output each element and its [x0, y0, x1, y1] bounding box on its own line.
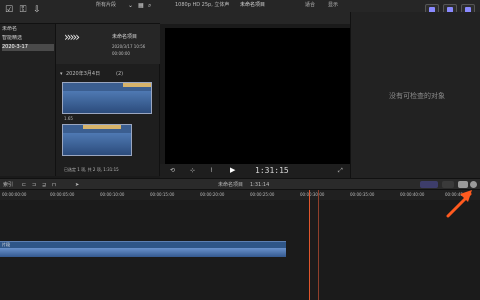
filter-chevron-icon[interactable]: ⌄ [128, 2, 133, 9]
zoom-slider[interactable] [442, 181, 454, 188]
display-select[interactable]: 显示 [328, 2, 338, 8]
library-item-smart-collections[interactable]: 智能精选 [2, 35, 54, 42]
browser-footer: 已选定 1 项, 共 2 项, 1:31:15 [64, 167, 119, 172]
index-button[interactable]: 索引 [3, 182, 13, 188]
ruler-mark: 00:00:30:00 [300, 192, 325, 197]
project-card[interactable]: ››››› 未命名项目 2020/3/17 10:56 00:00:00 [56, 24, 160, 64]
project-title: 未命名项目 [112, 34, 138, 40]
ruler-mark: 00:00:40:00 [400, 192, 425, 197]
ruler-mark: 00:00:20:00 [200, 192, 225, 197]
library-item-untitled[interactable]: 未命名 [2, 26, 54, 33]
clip-thumbnail[interactable] [62, 124, 132, 156]
select-tool-icon[interactable]: ➤ [75, 182, 79, 188]
timeline-ruler[interactable]: 00:00:00:00 00:00:05:00 00:00:10:00 00:0… [0, 190, 480, 200]
clip-label: 1.65 [64, 116, 73, 121]
zoom-select[interactable]: 适合 [305, 2, 315, 8]
clip-browser: ››››› 未命名项目 2020/3/17 10:56 00:00:00 ▾ 2… [56, 24, 160, 176]
settings-icon[interactable] [470, 181, 477, 188]
transform-icon[interactable]: ⟲ [170, 168, 175, 174]
ruler-mark: 00:00:15:00 [150, 192, 175, 197]
list-view-icon[interactable]: ▦ [138, 2, 144, 9]
viewer-canvas[interactable] [165, 28, 350, 164]
ruler-mark: 00:00:35:00 [350, 192, 375, 197]
audio-skimming-toggle[interactable] [420, 181, 438, 188]
key-icon[interactable]: ⚿ [18, 5, 28, 15]
clip-appearance-icon[interactable] [458, 181, 468, 188]
date-group-label: 2020年3月4日 [66, 71, 101, 77]
project-icon: ››››› [64, 30, 80, 44]
ruler-mark: 00:00:00:00 [2, 192, 27, 197]
clip-selection-bar [83, 125, 121, 129]
fullscreen-icon[interactable]: ⤢ [338, 168, 343, 174]
timeline-clip-waveform [0, 248, 286, 257]
timeline-duration: 1:31:14 [250, 182, 270, 188]
project-duration: 00:00:00 [112, 51, 130, 56]
overwrite-clip-icon[interactable]: ⊓ [52, 182, 56, 188]
ruler-mark: 00:00:25:00 [250, 192, 275, 197]
append-clip-icon[interactable]: ⊒ [42, 182, 46, 188]
viewer-format: 1080p HD 25p, 立体声 [175, 2, 230, 8]
date-group-count: (2) [116, 71, 124, 77]
search-icon[interactable]: ⌕ [148, 2, 151, 10]
annotation-arrow-icon [446, 190, 472, 218]
checkbox-icon[interactable]: ☑ [4, 5, 14, 15]
ruler-mark: 00:00:10:00 [100, 192, 125, 197]
library-sidebar: 未命名 智能精选 2020-3-17 [0, 24, 56, 176]
import-icon[interactable]: ⇩ [32, 5, 42, 15]
inspector-panel: 没有可检查的对象 [350, 12, 480, 178]
browser-filter[interactable]: 所有片段 [96, 2, 116, 8]
clip-waveform [63, 91, 151, 113]
timecode-display: 1:31:15 [255, 166, 289, 175]
viewer-title: 未命名项目 [240, 2, 266, 8]
timeline-clip[interactable]: 片段 [0, 241, 286, 257]
project-date: 2020/3/17 10:56 [112, 44, 146, 49]
connect-clip-icon[interactable]: ⊏ [22, 182, 26, 188]
clip-thumbnail[interactable] [62, 82, 152, 114]
viewer-header [160, 12, 350, 24]
ruler-mark: 00:00:05:00 [50, 192, 75, 197]
date-group-toggle-icon[interactable]: ▾ [60, 71, 63, 77]
timeline-title: 未命名项目 [218, 182, 244, 188]
library-item-event[interactable]: 2020-3-17 [2, 44, 54, 51]
play-button[interactable]: ▶ [230, 167, 235, 174]
timeline-toolbar: 索引 ⊏ ⊐ ⊒ ⊓ ➤ 未命名项目 1:31:14 [0, 178, 480, 190]
crop-icon[interactable]: ⊹ [190, 168, 195, 174]
viewer-controls: ⟲ ⊹ ⌇ ▶ 1:31:15 ⤢ [160, 164, 350, 178]
speed-icon[interactable]: ⌇ [210, 168, 213, 174]
insert-clip-icon[interactable]: ⊐ [32, 182, 36, 188]
clip-waveform [63, 133, 131, 155]
skimmer [318, 190, 319, 300]
clip-selection-bar [123, 83, 151, 87]
playhead[interactable] [309, 190, 310, 300]
inspector-empty-message: 没有可检查的对象 [389, 92, 445, 100]
